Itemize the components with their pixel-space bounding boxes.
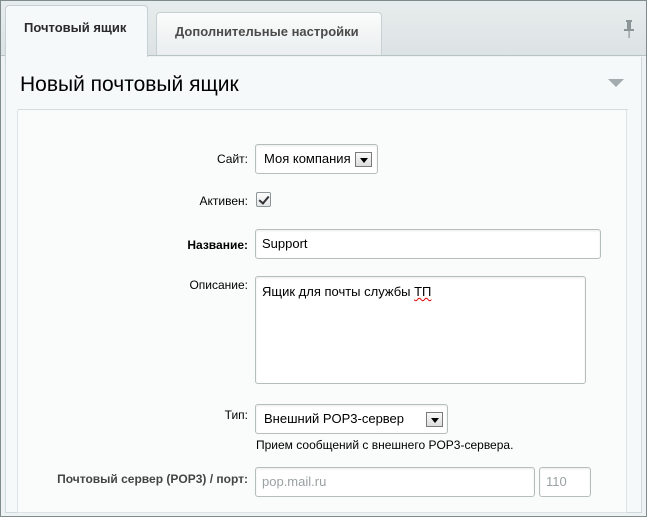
active-checkbox[interactable] — [256, 192, 271, 207]
tab-additional-settings-label: Дополнительные настройки — [175, 24, 359, 39]
tab-bar: Почтовый ящик Дополнительные настройки — [1, 1, 646, 57]
description-text: Ящик для почты службы — [262, 284, 415, 299]
site-label: Сайт: — [216, 152, 248, 166]
pin-icon[interactable] — [622, 19, 636, 39]
type-select-value: Внешний POP3-сервер — [264, 411, 405, 426]
type-hint: Прием сообщений с внешнего POP3-сервера. — [256, 438, 514, 452]
tab-additional-settings[interactable]: Дополнительные настройки — [156, 12, 382, 55]
description-label: Описание: — [189, 278, 248, 292]
window-frame: Почтовый ящик Дополнительные настройки Н… — [0, 0, 647, 517]
tab-mailbox-label: Почтовый ящик — [24, 20, 127, 35]
server-label: Почтовый сервер (POP3) / порт: — [57, 472, 248, 486]
tab-mailbox[interactable]: Почтовый ящик — [5, 5, 148, 57]
dropdown-arrow-icon — [426, 412, 443, 427]
mailbox-form: Сайт: Моя компания Активен: Название: Su… — [17, 110, 627, 513]
name-input[interactable]: Support — [255, 229, 601, 259]
type-label: Тип: — [224, 408, 248, 422]
page-title: Новый почтовый ящик — [20, 73, 239, 96]
description-spellcheck-word: ТП — [414, 284, 432, 299]
server-host-input[interactable]: pop.mail.ru — [255, 467, 535, 497]
name-label: Название: — [187, 238, 248, 252]
server-port-input[interactable]: 110 — [539, 467, 591, 497]
collapse-triangle-icon[interactable] — [608, 79, 624, 87]
type-select[interactable]: Внешний POP3-сервер — [255, 404, 448, 434]
site-select[interactable]: Моя компания — [255, 144, 378, 174]
active-label: Активен: — [199, 194, 248, 208]
description-textarea[interactable]: Ящик для почты службы ТП — [255, 276, 586, 384]
site-select-value: Моя компания — [264, 151, 351, 166]
content-panel: Новый почтовый ящик Сайт: Моя компания А… — [5, 57, 642, 513]
dropdown-arrow-icon — [355, 152, 372, 167]
